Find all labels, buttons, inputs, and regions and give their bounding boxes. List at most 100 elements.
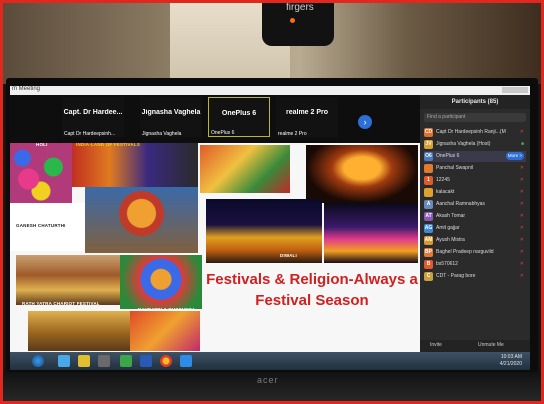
- participants-header: Participants (85): [420, 95, 530, 109]
- participant-row[interactable]: B bs570612 ✕: [424, 259, 526, 270]
- avatar: O6: [424, 152, 433, 161]
- participant-name: Panchal Swapnil: [436, 165, 473, 171]
- avatar: AM: [424, 236, 433, 245]
- palace-image: [206, 199, 322, 263]
- taskbar: 10:03 AM 4/21/2020: [10, 352, 530, 370]
- participant-name: Aanchal Ramnabhyas: [436, 201, 485, 207]
- participant-name: Ayush Mistra: [436, 237, 465, 243]
- participant-name: Akash Tomar: [436, 213, 466, 219]
- meeting-window: m Meeting Capt. Dr Hardee... Capt Dr Har…: [10, 86, 530, 352]
- participant-row[interactable]: AT Akash Tomar ✕: [424, 211, 526, 222]
- avatar: [424, 188, 433, 197]
- avatar: CD: [424, 128, 433, 137]
- window-title: m Meeting: [12, 86, 41, 92]
- video-tile[interactable]: Jignasha Vaghela Jignasha Vaghela: [140, 97, 202, 137]
- zoom-icon[interactable]: [180, 355, 192, 367]
- avatar: C: [424, 272, 433, 281]
- participant-row[interactable]: CD Capt Dr Hardeepsinh Ranji...(Me) ✕: [424, 127, 526, 138]
- video-tile-active[interactable]: OnePlus 6 OnePlus 6: [208, 97, 270, 137]
- tile-label: realme 2 Pro: [278, 131, 307, 137]
- mic-muted-icon: ✕: [519, 273, 524, 279]
- video-on-icon: ■: [520, 141, 524, 147]
- india-festival-collage: [72, 143, 198, 187]
- video-strip: Capt. Dr Hardee... Capt Dr Hardeepsinh..…: [10, 95, 420, 143]
- folder-icon[interactable]: [78, 355, 90, 367]
- tile-name: OnePlus 6: [221, 110, 257, 117]
- chrome-icon[interactable]: [160, 355, 172, 367]
- mic-muted-icon: ✕: [519, 129, 524, 135]
- participant-row[interactable]: kalacakt ✕: [424, 187, 526, 198]
- tile-name: Capt. Dr Hardee...: [63, 109, 123, 116]
- participant-name: Amit gajjar: [436, 225, 460, 231]
- participant-row[interactable]: O6 OnePlus 6 More >: [424, 151, 526, 162]
- avatar: [424, 164, 433, 173]
- participant-name: Baghel Pradeep narguvild: [436, 249, 494, 255]
- rath-yatra-image: [16, 255, 120, 305]
- invite-button[interactable]: Invite: [430, 342, 442, 348]
- window-controls[interactable]: [502, 87, 528, 93]
- participant-name: CDT - Parag bore: [436, 273, 476, 279]
- taskbar-clock: 10:03 AM 4/21/2020: [500, 354, 522, 368]
- participant-name: Jignasha Vaghela (Host): [436, 141, 491, 147]
- procession-image: [28, 311, 130, 351]
- holi-label: HOLI: [36, 142, 48, 147]
- mic-muted-icon: ✕: [519, 225, 524, 231]
- mic-muted-icon: ✕: [519, 189, 524, 195]
- mic-muted-icon: ✕: [519, 249, 524, 255]
- sweets-image: [200, 145, 290, 193]
- diya-image: [306, 145, 418, 203]
- india-label: INDIA-LAND OF FESTIVALS: [76, 142, 141, 147]
- media-icon[interactable]: [98, 355, 110, 367]
- participant-row[interactable]: 1 12245 ✕: [424, 175, 526, 186]
- participant-row[interactable]: Panchal Swapnil ✕: [424, 163, 526, 174]
- ganesh-label: GANESH CHATURTHI: [16, 223, 66, 228]
- video-tile[interactable]: Capt. Dr Hardee... Capt Dr Hardeepsinh..…: [62, 97, 124, 137]
- webcam-label: firgers: [286, 2, 314, 13]
- laptop-logo: acer: [257, 375, 279, 385]
- participant-search-input[interactable]: Find a participant: [424, 113, 526, 122]
- shared-slide: HOLI INDIA-LAND OF FESTIVALS GANESH CHAT…: [10, 142, 420, 352]
- diwali-label: DIWALI: [280, 253, 297, 258]
- chevron-right-icon[interactable]: ›: [358, 115, 372, 129]
- holi-image: [10, 143, 72, 203]
- tile-name: Jignasha Vaghela: [141, 109, 201, 116]
- participant-row[interactable]: JV Jignasha Vaghela (Host) ■: [424, 139, 526, 150]
- participants-footer: Invite Unmute Me: [420, 340, 530, 352]
- title-bar: m Meeting: [10, 86, 530, 95]
- mic-muted-icon: ✕: [519, 177, 524, 183]
- tile-label: Jignasha Vaghela: [142, 131, 182, 137]
- tile-label: OnePlus 6: [211, 130, 235, 136]
- participant-row[interactable]: C CDT - Parag bore ✕: [424, 271, 526, 282]
- start-icon[interactable]: [32, 355, 44, 367]
- participant-row[interactable]: A Aanchal Ramnabhyas ✕: [424, 199, 526, 210]
- ganesh-image: [85, 187, 198, 253]
- participant-name: kalacakt: [436, 189, 455, 195]
- participant-row[interactable]: AG Amit gajjar ✕: [424, 223, 526, 234]
- avatar: AG: [424, 224, 433, 233]
- unmute-me-button[interactable]: Unmute Me: [478, 342, 504, 348]
- clock-time: 10:03 AM: [500, 354, 522, 360]
- participant-name: OnePlus 6: [436, 153, 460, 159]
- clock-date: 4/21/2020: [499, 361, 522, 367]
- browser-icon[interactable]: [58, 355, 70, 367]
- participant-name: bs570612: [436, 261, 458, 267]
- mic-muted-icon: ✕: [519, 165, 524, 171]
- mic-muted-icon: ✕: [519, 201, 524, 207]
- video-tile[interactable]: realme 2 Pro realme 2 Pro: [276, 97, 338, 137]
- avatar: BP: [424, 248, 433, 257]
- avatar: B: [424, 260, 433, 269]
- slide-title: Festivals & Religion-Always a Festival S…: [206, 271, 418, 309]
- avatar: JV: [424, 140, 433, 149]
- participant-name: 12245: [436, 177, 450, 183]
- tile-label: Capt Dr Hardeepsinh...: [64, 131, 116, 137]
- word-icon[interactable]: [140, 355, 152, 367]
- participants-panel: Participants (85) Find a participant CD …: [420, 95, 530, 352]
- participant-row[interactable]: AM Ayush Mistra ✕: [424, 235, 526, 246]
- excel-icon[interactable]: [120, 355, 132, 367]
- gate-image: [324, 203, 418, 263]
- participant-row[interactable]: BP Baghel Pradeep narguvild ✕: [424, 247, 526, 258]
- avatar: 1: [424, 176, 433, 185]
- mic-muted-icon: ✕: [519, 237, 524, 243]
- tile-name: realme 2 Pro: [285, 109, 329, 116]
- more-button[interactable]: More >: [506, 152, 524, 160]
